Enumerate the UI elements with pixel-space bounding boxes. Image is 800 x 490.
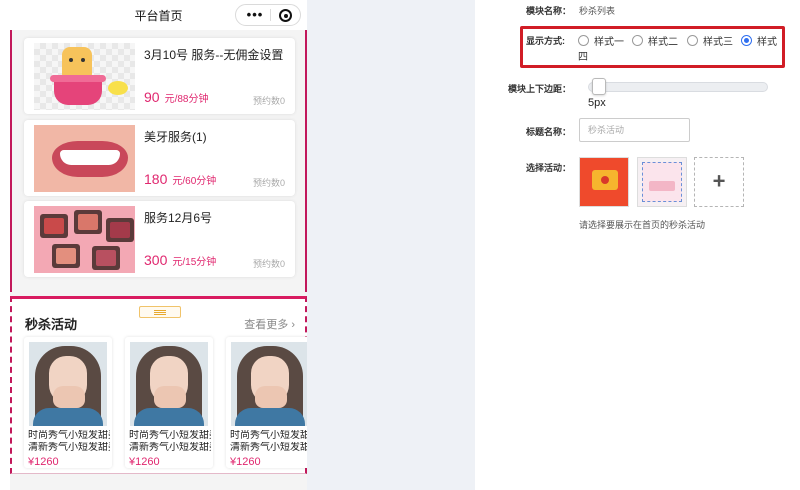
capsule-menu[interactable]: •••: [235, 4, 301, 26]
service-card[interactable]: 3月10号 服务--无佣金设置 90 元/88分钟 预约数0: [24, 38, 295, 114]
plus-icon: +: [712, 168, 726, 194]
service-price: 180 元/60分钟: [144, 171, 217, 187]
service-price: 300 元/15分钟: [144, 252, 217, 268]
activity-hint: 请选择要展示在首页的秒杀活动: [579, 220, 706, 230]
display-style-label: 显示方式:: [526, 36, 565, 46]
activity-thumb-redpacket[interactable]: [579, 157, 629, 207]
module-name-value: 秒杀列表: [579, 6, 616, 16]
service-price: 90 元/88分钟: [144, 89, 209, 105]
margin-value: 5px: [588, 97, 606, 109]
phone-preview: 平台首页 ••• 3月10号 服务--无佣金设置 90 元/88分钟 预约数0 美…: [10, 0, 307, 490]
product-price: ¥1260: [230, 456, 261, 468]
product-name: 时尚秀气小短发甜美清新秀气小短发甜美: [129, 430, 211, 453]
service-title: 美牙服务(1): [144, 130, 207, 144]
margin-slider-track[interactable]: [588, 82, 768, 92]
more-icon[interactable]: •••: [242, 7, 268, 23]
service-card[interactable]: 美牙服务(1) 180 元/60分钟 预约数0: [24, 120, 295, 196]
radio-style-1[interactable]: 样式一: [578, 33, 624, 48]
radio-icon[interactable]: [687, 35, 698, 46]
radio-style-4[interactable]: 样式: [741, 33, 777, 48]
close-target-icon[interactable]: [279, 9, 292, 22]
product-name: 时尚秀气小短发甜美清新秀气小短发甜美: [230, 430, 307, 453]
radio-checked-icon[interactable]: [741, 35, 752, 46]
product-name: 时尚秀气小短发甜美清新秀气小短发甜美: [28, 430, 110, 453]
mini-program-navbar: 平台首页 •••: [10, 0, 307, 30]
product-image: [29, 342, 107, 426]
radio-style-4-wrap: 四: [578, 52, 588, 63]
add-activity-button[interactable]: +: [694, 157, 744, 207]
service-image-makeup: [34, 206, 135, 273]
service-list-module[interactable]: 3月10号 服务--无佣金设置 90 元/88分钟 预约数0 美牙服务(1) 18…: [10, 30, 307, 292]
module-name-label: 模块名称：: [525, 6, 571, 16]
radio-icon[interactable]: [632, 35, 643, 46]
canvas-background: [307, 0, 475, 490]
margin-label: 模块上下边距：: [507, 84, 571, 94]
booking-count: 预约数0: [252, 178, 285, 188]
service-title: 服务12月6号: [144, 211, 213, 225]
seckill-title: 秒杀活动: [25, 317, 78, 332]
radio-style-3[interactable]: 样式三: [687, 33, 733, 48]
capsule-divider: [270, 9, 271, 21]
activity-thumb-poster[interactable]: [637, 157, 687, 207]
choose-activity-label: 选择活动：: [525, 163, 571, 173]
product-image: [231, 342, 307, 426]
seckill-item[interactable]: 时尚秀气小短发甜美清新秀气小短发甜美 ¥1260: [24, 337, 112, 468]
radio-icon[interactable]: [578, 35, 589, 46]
seckill-item[interactable]: 时尚秀气小短发甜美清新秀气小短发甜美 ¥1260: [226, 337, 307, 468]
booking-count: 预约数0: [252, 96, 285, 106]
booking-count: 预约数0: [252, 259, 285, 269]
product-image: [130, 342, 208, 426]
service-card[interactable]: 服务12月6号 300 元/15分钟 预约数0: [24, 201, 295, 277]
service-image-smile: [34, 125, 135, 192]
product-price: ¥1260: [28, 456, 59, 468]
seckill-module[interactable]: 秒杀活动 查看更多 › 时尚秀气小短发甜美 清新秀气小短发甜美 ¥1260 时尚秀…: [10, 296, 307, 474]
chevron-right-icon: ›: [291, 319, 295, 331]
margin-slider-handle[interactable]: [592, 78, 606, 95]
see-more-link[interactable]: 查看更多 ›: [244, 316, 295, 332]
title-label: 标题名称：: [525, 127, 571, 137]
drag-handle-icon[interactable]: [139, 306, 181, 318]
service-image-toast: [34, 43, 135, 110]
title-input[interactable]: [579, 118, 690, 142]
product-price: ¥1260: [129, 456, 160, 468]
settings-panel: 模块名称： 秒杀列表 显示方式: 样式一 样式二 样式三 样式 四 模块上下边距…: [475, 0, 800, 490]
radio-style-2[interactable]: 样式二: [632, 33, 678, 48]
seckill-item[interactable]: 时尚秀气小短发甜美清新秀气小短发甜美 ¥1260: [125, 337, 213, 468]
service-title: 3月10号 服务--无佣金设置: [144, 48, 284, 62]
